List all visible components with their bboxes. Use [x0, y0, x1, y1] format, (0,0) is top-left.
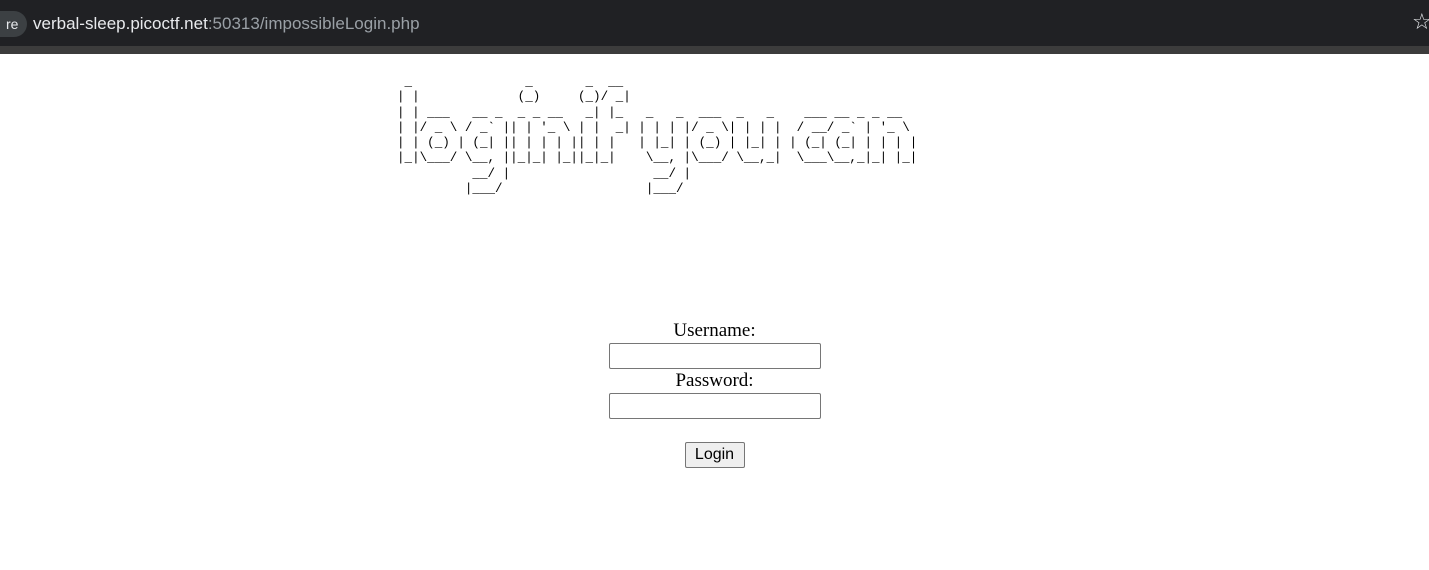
- url-host: verbal-sleep.picoctf.net: [33, 14, 208, 33]
- username-label: Username:: [673, 320, 756, 341]
- username-input[interactable]: [608, 343, 821, 369]
- star-icon[interactable]: ☆: [1412, 10, 1429, 36]
- password-input[interactable]: [608, 393, 821, 419]
- login-button[interactable]: Login: [684, 442, 745, 468]
- url-field[interactable]: verbal-sleep.picoctf.net:50313/impossibl…: [33, 12, 420, 36]
- site-info-chip[interactable]: re: [0, 11, 28, 37]
- browser-address-bar: re verbal-sleep.picoctf.net:50313/imposs…: [0, 0, 1429, 54]
- password-label: Password:: [675, 370, 754, 391]
- login-form: Username: Password: Login: [0, 319, 1429, 468]
- ascii-art-banner: _ _ _ __ | | (_) (_)/ _| | | ___ __ _ _ …: [397, 74, 918, 197]
- page-content: _ _ _ __ | | (_) (_)/ _| | | ___ __ _ _ …: [0, 54, 1429, 570]
- url-path: :50313/impossibleLogin.php: [207, 14, 420, 33]
